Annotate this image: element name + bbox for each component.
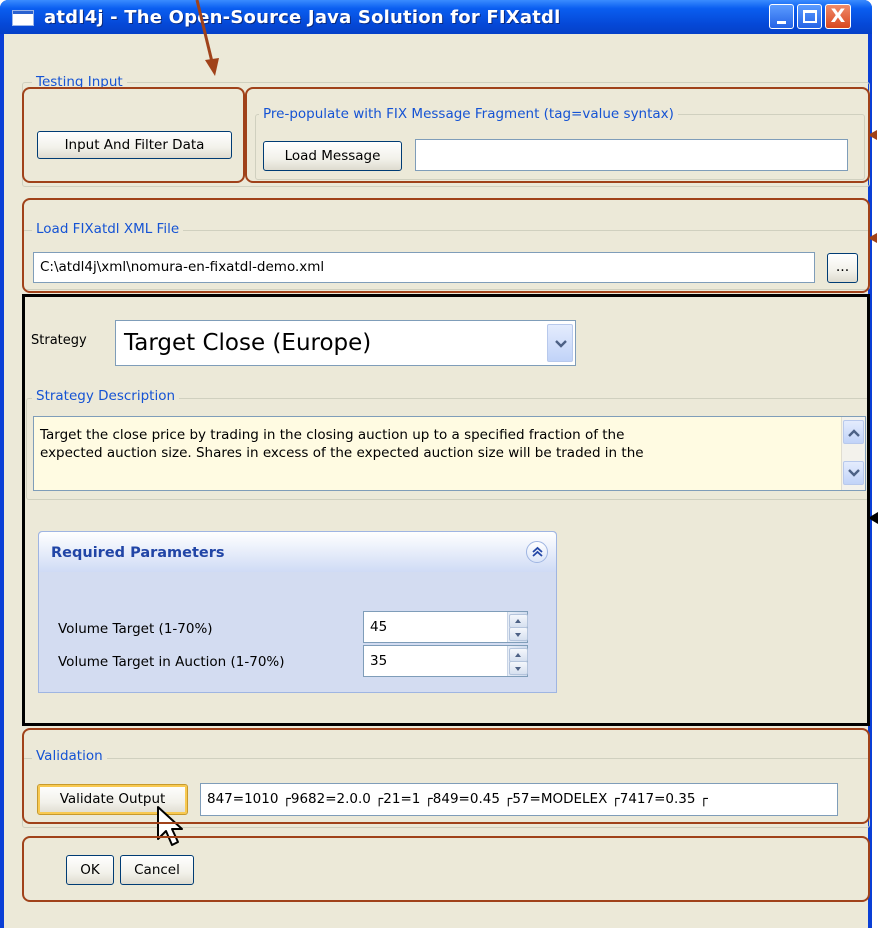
close-icon: X xyxy=(830,5,846,27)
annotation-box-load-file xyxy=(22,198,870,293)
annotation-arrow-down xyxy=(195,0,219,76)
annotation-box-prepopulate xyxy=(245,87,870,183)
annotation-box-strategy xyxy=(22,294,870,726)
maximize-icon xyxy=(803,10,817,23)
annotation-arrow-right xyxy=(868,130,877,140)
annotation-arrow-right xyxy=(868,512,878,524)
annotation-arrow-right xyxy=(868,233,877,243)
annotation-box-input-filter xyxy=(22,87,245,183)
minimize-icon xyxy=(777,21,786,24)
close-button[interactable]: X xyxy=(825,4,851,29)
window-title: atdl4j - The Open-Source Java Solution f… xyxy=(44,7,561,28)
maximize-button[interactable] xyxy=(797,4,822,29)
title-bar[interactable]: atdl4j - The Open-Source Java Solution f… xyxy=(0,0,872,34)
annotation-box-dialog-buttons xyxy=(22,836,870,902)
window-app-icon xyxy=(12,10,34,26)
annotation-box-validation xyxy=(22,728,870,824)
minimize-button[interactable] xyxy=(769,4,794,29)
